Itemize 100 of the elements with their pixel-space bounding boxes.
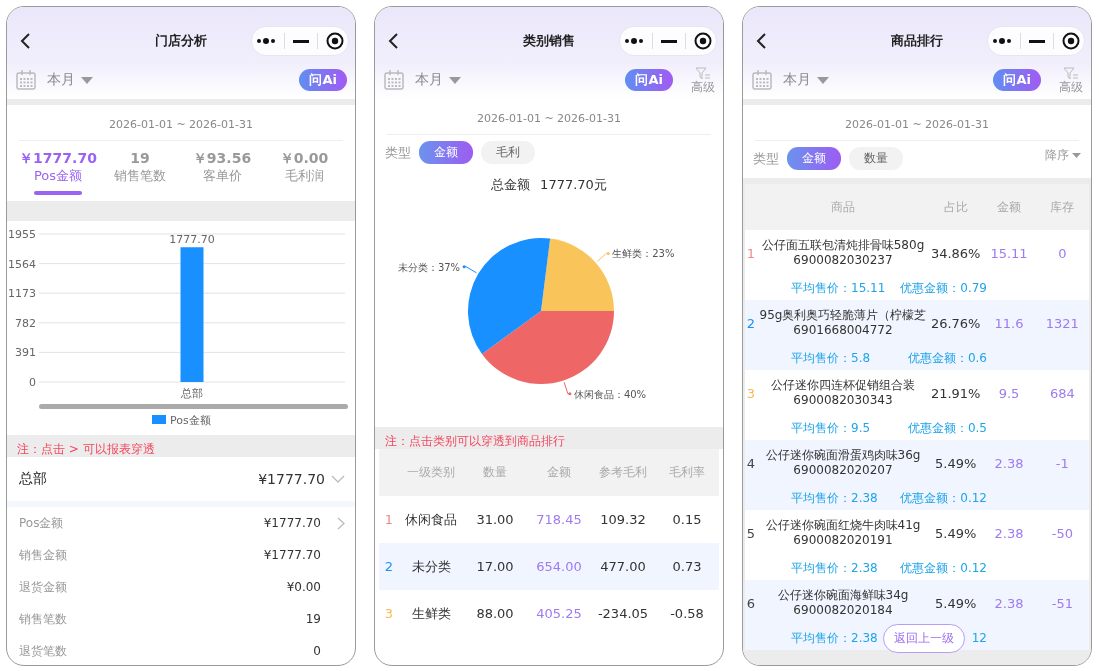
type-chip[interactable]: 数量 — [849, 147, 903, 170]
more-icon[interactable] — [624, 38, 644, 44]
rank-number: 1 — [383, 512, 395, 527]
minimize-icon[interactable] — [1029, 39, 1045, 43]
caret-icon — [81, 76, 93, 84]
column-header: 库存 — [1049, 198, 1076, 216]
note-text: 注：点击 > 可以报表穿透 — [17, 442, 155, 456]
product-name[interactable]: 公仔面五联包清炖排骨味580g — [761, 238, 925, 253]
average-price: 平均售价：2.38 — [791, 559, 879, 577]
axis-tick-label: 1955 — [8, 228, 36, 241]
advanced-filter-button[interactable]: 高级 — [1059, 66, 1083, 94]
product-name[interactable]: 95g奥利奥巧轻脆薄片（柠檬芝 — [759, 308, 927, 323]
product-barcode: 6900082020207 — [793, 463, 893, 478]
average-price: 平均售价：15.11 — [791, 279, 887, 297]
table-cell-text: 21.91% — [929, 385, 982, 401]
date-range: 2026-01-01 ~ 2026-01-31 — [476, 112, 622, 125]
table-cell-text: -51 — [1050, 595, 1074, 611]
column-header: 毛利率 — [668, 464, 706, 481]
product-barcode: 6900082030343 — [793, 393, 893, 408]
product-name[interactable]: 公仔迷你碗面红烧牛肉味41g — [765, 518, 921, 533]
table-cell-text: 477.00 — [599, 559, 647, 574]
group-row[interactable]: 总部 ¥1777.70 — [7, 457, 355, 507]
discount-amount: 优惠金额：0.79 — [900, 279, 987, 297]
table-cell-text: 15.11 — [989, 245, 1029, 261]
average-price: 平均售价：5.8 — [791, 349, 872, 367]
axis-tick-label: 391 — [15, 346, 36, 360]
detail-label: Pos金额 — [19, 514, 64, 532]
detail-value: 0 — [313, 644, 321, 658]
metric-tab[interactable]: 19 销售笔数 — [99, 149, 181, 195]
table-cell-text: 109.32 — [599, 512, 647, 527]
ask-ai-button[interactable]: 问Ai — [993, 69, 1041, 91]
close-icon[interactable] — [1062, 32, 1080, 50]
type-chip[interactable]: 金额 — [419, 141, 473, 164]
product-barcode: 6900082030237 — [793, 253, 893, 268]
table-cell-text: 0.15 — [671, 512, 703, 527]
table-cell-text: 11.6 — [993, 315, 1025, 331]
table-cell-text: 1321 — [1044, 315, 1080, 331]
back-icon[interactable] — [387, 32, 399, 50]
caret-icon — [449, 76, 461, 84]
detail-value: ¥1777.70 — [263, 548, 321, 562]
rank-number: 3 — [383, 606, 395, 621]
pie-slice[interactable] — [541, 238, 614, 311]
table-cell-text: 654.00 — [535, 559, 583, 574]
column-header: 金额 — [546, 464, 572, 481]
product-barcode: 6900082020184 — [793, 603, 893, 618]
back-icon[interactable] — [19, 32, 31, 50]
detail-label: 退货笔数 — [19, 642, 67, 660]
table-cell-text: 2.38 — [993, 595, 1025, 611]
table-cell-text: 5.49% — [934, 525, 978, 541]
leader-line — [462, 265, 477, 274]
pie-slice[interactable] — [481, 311, 614, 384]
metric-tab[interactable]: ￥0.00 毛利润 — [263, 149, 345, 195]
table-cell-text: 5.49% — [934, 595, 978, 611]
table-cell[interactable]: 休闲食品 — [399, 510, 463, 529]
table-cell-text: -50 — [1050, 525, 1074, 541]
table-cell-text: -1 — [1054, 455, 1070, 471]
ask-ai-button[interactable]: 问Ai — [625, 69, 673, 91]
scroll-bar[interactable] — [39, 404, 348, 409]
back-icon[interactable] — [755, 32, 767, 50]
period-selector[interactable]: 本月 — [783, 71, 811, 89]
axis-tick-label: 1173 — [8, 287, 36, 301]
close-icon[interactable] — [326, 32, 344, 50]
period-selector[interactable]: 本月 — [415, 71, 443, 89]
period-selector[interactable]: 本月 — [47, 71, 75, 89]
axis-tick-label: 1564 — [8, 257, 36, 271]
page-title: 门店分析 — [155, 32, 207, 50]
rank-number: 2 — [745, 315, 757, 331]
pie-slice[interactable] — [468, 238, 551, 354]
rank-number: 6 — [745, 595, 757, 611]
ask-ai-button[interactable]: 问Ai — [299, 69, 347, 91]
type-chip[interactable]: 毛利 — [481, 141, 535, 164]
axis-tick-label: 782 — [15, 316, 36, 330]
type-chip[interactable]: 金额 — [787, 147, 841, 170]
column-header: 金额 — [996, 198, 1022, 216]
product-name[interactable]: 公仔迷你四连杯促销组合装 — [771, 378, 915, 393]
average-price: 平均售价：2.38 — [791, 629, 879, 647]
product-barcode: 6901668004772 — [793, 323, 893, 338]
rank-number: 2 — [383, 559, 395, 574]
table-cell-text: 9.5 — [997, 385, 1021, 401]
more-icon[interactable] — [256, 38, 276, 44]
minimize-icon[interactable] — [661, 39, 677, 43]
product-name[interactable]: 公仔迷你碗面滑蛋鸡肉味36g — [765, 448, 921, 463]
table-cell-text: 17.00 — [475, 559, 515, 574]
advanced-filter-button[interactable]: 高级 — [691, 66, 715, 94]
column-header: 数量 — [482, 464, 508, 481]
table-cell[interactable]: 未分类 — [399, 557, 463, 576]
metric-tab[interactable]: ￥1777.70 Pos金额 — [17, 149, 99, 195]
axis-category-label: 总部 — [181, 387, 203, 400]
close-icon[interactable] — [694, 32, 712, 50]
average-price: 平均售价：2.38 — [791, 489, 879, 507]
table-cell-text: 0 — [1057, 245, 1068, 261]
more-icon[interactable] — [992, 38, 1012, 44]
rank-number: 1 — [745, 245, 757, 261]
sort-dropdown[interactable]: 降序 — [1045, 147, 1081, 164]
table-cell[interactable]: 生鲜类 — [399, 604, 463, 623]
return-button[interactable]: 返回上一级 — [883, 624, 965, 653]
column-header: 一级类别 — [406, 464, 456, 481]
metric-tab[interactable]: ￥93.56 客单价 — [181, 149, 263, 195]
product-name[interactable]: 公仔迷你碗面海鲜味34g — [777, 588, 909, 603]
minimize-icon[interactable] — [293, 39, 309, 43]
